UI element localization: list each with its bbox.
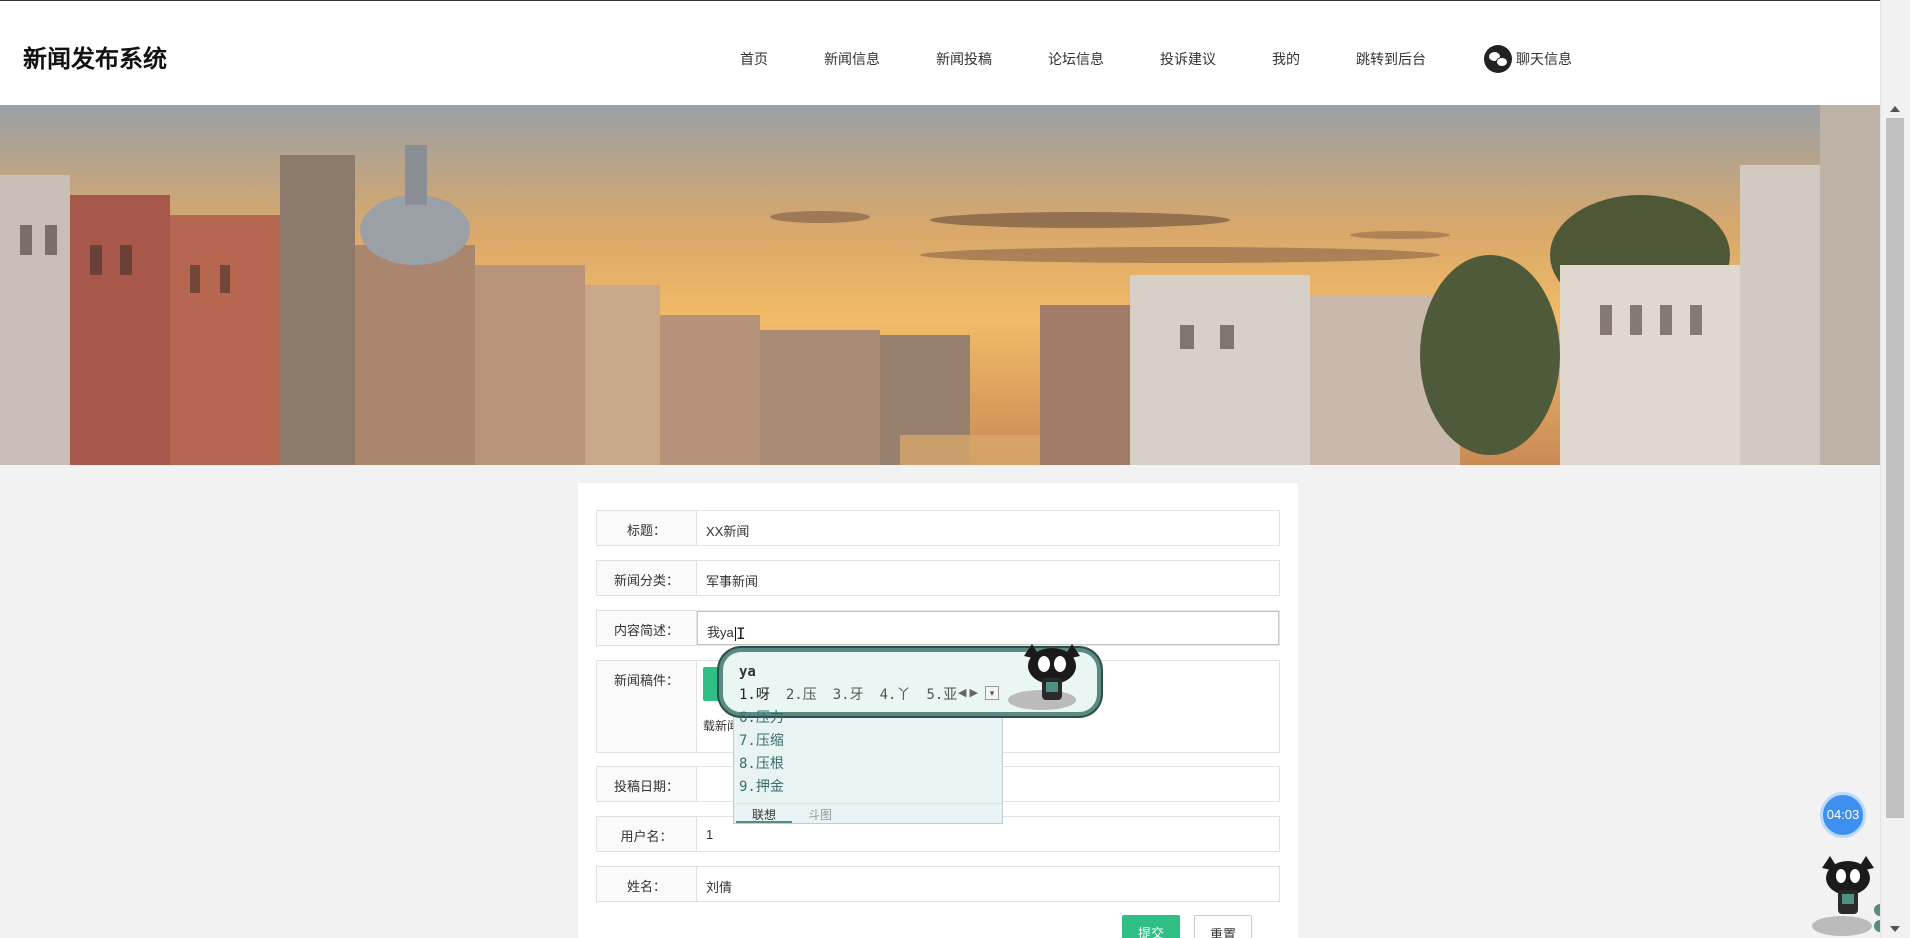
title-input[interactable]: XX新闻 [697, 511, 1279, 545]
ime-candidate[interactable]: 8.压根 [739, 753, 784, 776]
ime-page-arrows-icon[interactable]: ◀ ▶ [958, 686, 978, 699]
form-row-name: 姓名： 刘倩 [596, 866, 1280, 902]
name-label: 姓名： [597, 867, 697, 901]
reset-button[interactable]: 重置 [1194, 915, 1252, 938]
ibeam-cursor-icon: I [736, 624, 746, 643]
nav-home[interactable]: 首页 [740, 49, 768, 69]
nav-complaint[interactable]: 投诉建议 [1160, 49, 1216, 69]
nav-chat[interactable]: 聊天信息 [1484, 45, 1572, 73]
form-row-title: 标题： XX新闻 [596, 510, 1280, 546]
scroll-up-icon[interactable] [1890, 106, 1900, 112]
date-label: 投稿日期： [597, 767, 697, 801]
nav-news-info[interactable]: 新闻信息 [824, 49, 880, 69]
form-row-summary: 内容简述： 我ya [596, 610, 1280, 646]
summary-input[interactable]: 我ya [697, 611, 1279, 645]
ime-tab-sticker[interactable]: 斗图 [792, 804, 848, 823]
nav-mine[interactable]: 我的 [1272, 49, 1300, 69]
top-header: 新闻发布系统 首页 新闻信息 新闻投稿 论坛信息 投诉建议 我的 跳转到后台 聊… [0, 0, 1880, 105]
ime-candidate-row: 1.呀 2.压 3.牙 4.丫 5.亚 [739, 684, 973, 704]
category-select[interactable]: 军事新闻 [697, 561, 1279, 595]
summary-input-text: 我ya [707, 625, 734, 640]
ime-expand-icon[interactable]: ▾ [985, 686, 999, 700]
manuscript-label: 新闻稿件： [597, 661, 697, 752]
page-scrollbar[interactable] [1880, 0, 1910, 938]
scrollbar-thumb[interactable] [1886, 118, 1904, 818]
ime-candidate[interactable]: 4.丫 [880, 684, 911, 704]
ime-candidate[interactable]: 7.压缩 [739, 730, 784, 753]
wechat-icon [1484, 45, 1512, 73]
form-row-category: 新闻分类： 军事新闻 [596, 560, 1280, 596]
timer-badge[interactable]: 04:03 [1820, 792, 1866, 838]
ime-candidate[interactable]: 1.呀 [739, 684, 770, 704]
ime-tab-association[interactable]: 联想 [736, 804, 793, 823]
ime-pinyin: ya [739, 664, 756, 680]
ime-extra-candidates: 6.压力 7.压缩 8.压根 9.押金 [739, 707, 784, 799]
ime-candidate[interactable]: 6.压力 [739, 707, 784, 730]
ime-candidate[interactable]: 5.亚 [926, 684, 957, 704]
ime-candidate[interactable]: 3.牙 [833, 684, 864, 704]
nav-backend[interactable]: 跳转到后台 [1356, 49, 1426, 69]
main-nav: 首页 新闻信息 新闻投稿 论坛信息 投诉建议 我的 跳转到后台 聊天信息 [740, 45, 1572, 73]
name-input[interactable]: 刘倩 [697, 867, 1279, 901]
nav-news-submit[interactable]: 新闻投稿 [936, 49, 992, 69]
ime-tabs: 联想 斗图 [736, 803, 1002, 823]
summary-label: 内容简述： [597, 611, 697, 645]
venice-cityscape-illustration [0, 105, 1880, 465]
ime-candidate[interactable]: 9.押金 [739, 776, 784, 799]
nav-forum[interactable]: 论坛信息 [1048, 49, 1104, 69]
banner-image [0, 105, 1880, 465]
page: 新闻发布系统 首页 新闻信息 新闻投稿 论坛信息 投诉建议 我的 跳转到后台 聊… [0, 0, 1886, 938]
username-label: 用户名： [597, 817, 697, 851]
nav-chat-label: 聊天信息 [1516, 51, 1572, 67]
ime-mascot-cat-icon [1008, 644, 1080, 710]
corner-mascot-cat-icon [1812, 856, 1886, 936]
site-logo[interactable]: 新闻发布系统 [23, 39, 167, 74]
scroll-down-icon[interactable] [1890, 926, 1900, 932]
title-label: 标题： [597, 511, 697, 545]
ime-candidate[interactable]: 2.压 [786, 684, 817, 704]
submit-button[interactable]: 提交 [1122, 915, 1180, 938]
category-label: 新闻分类： [597, 561, 697, 595]
